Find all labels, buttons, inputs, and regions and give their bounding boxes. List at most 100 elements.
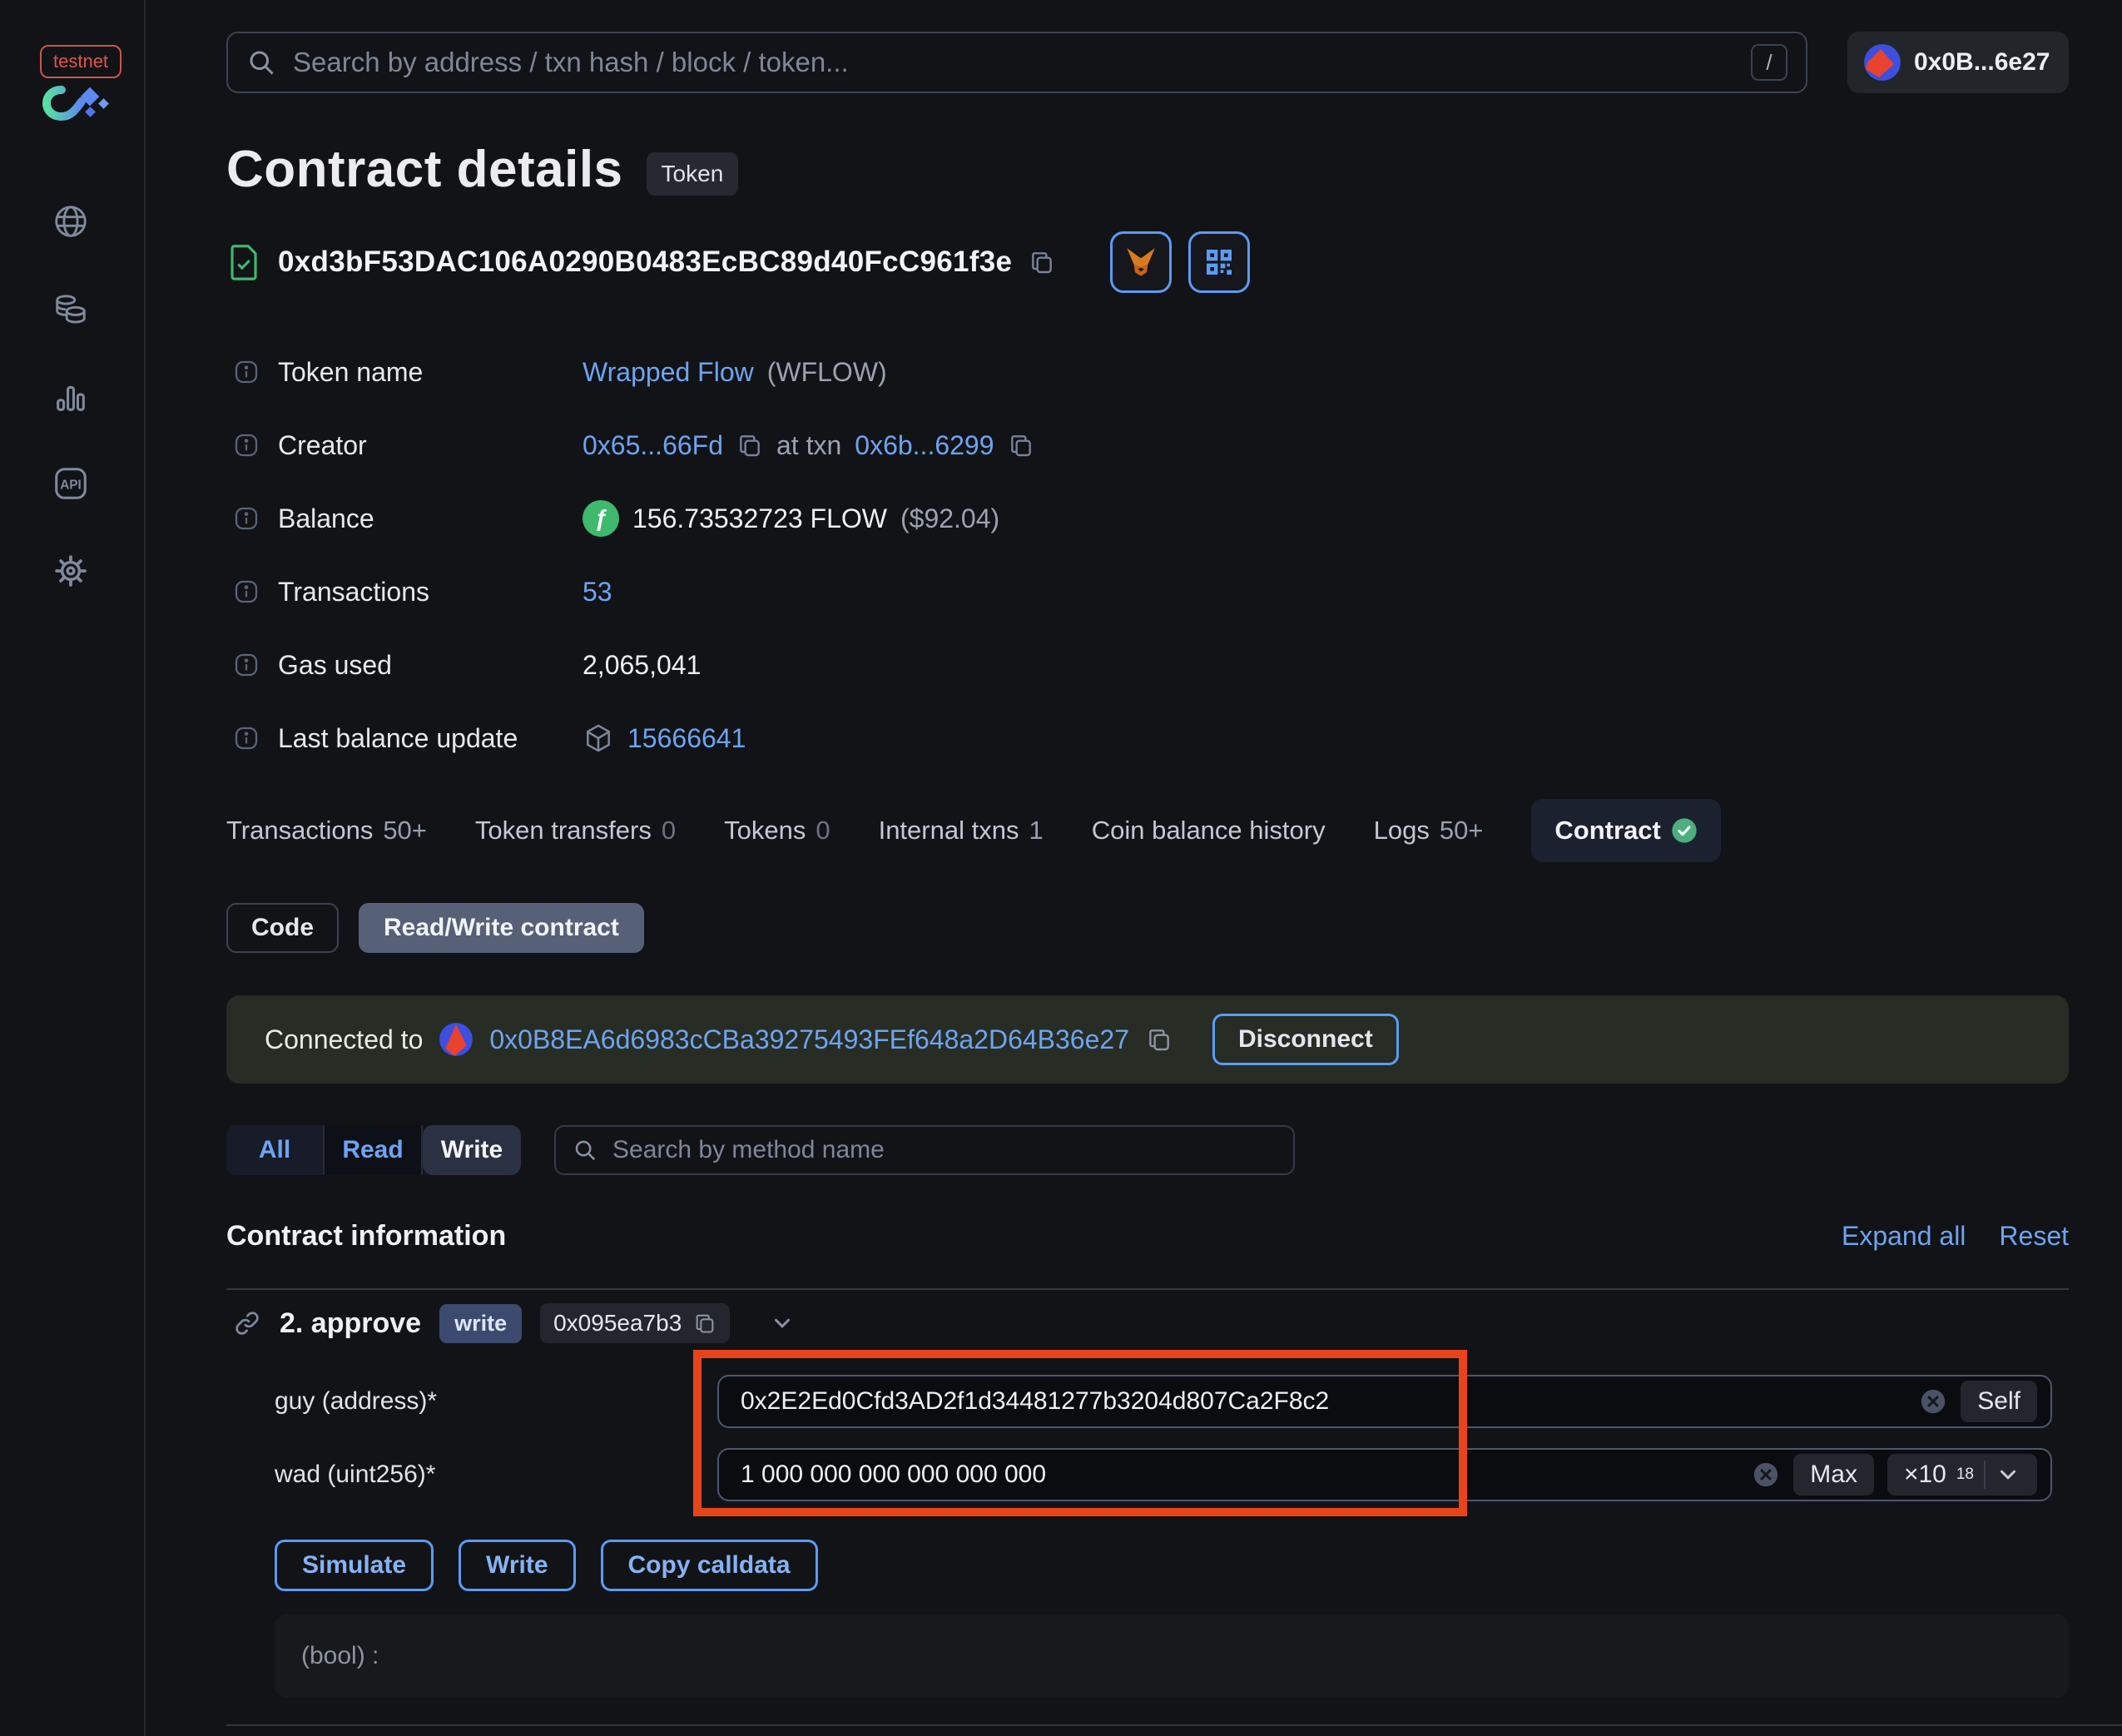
info-icon[interactable]	[233, 505, 260, 532]
tab-token-transfers[interactable]: Token transfers 0	[475, 816, 676, 846]
search-icon	[573, 1138, 597, 1163]
creation-txn-link[interactable]: 0x6b...6299	[855, 430, 994, 461]
wad-input-wrap: Max ×1018	[717, 1448, 2052, 1501]
method-output-panel: (bool) :	[275, 1614, 2069, 1698]
tab-transactions[interactable]: Transactions 50+	[226, 816, 427, 846]
copy-creator-icon[interactable]	[736, 432, 763, 459]
filter-read[interactable]: Read	[325, 1125, 423, 1175]
wallet-address: 0x0B...6e27	[1914, 48, 2050, 76]
search-input[interactable]	[291, 46, 1736, 79]
sidebar-item-blockchain[interactable]	[52, 202, 90, 241]
sidebar-item-charts[interactable]	[52, 377, 90, 415]
filter-all[interactable]: All	[226, 1125, 325, 1175]
info-icon[interactable]	[233, 432, 260, 459]
wad-field-label: wad (uint256)*	[275, 1461, 436, 1488]
tab-logs[interactable]: Logs 50+	[1374, 816, 1484, 846]
metamask-icon	[1123, 245, 1158, 280]
info-icon[interactable]	[233, 359, 260, 385]
info-row-balance: Balance ƒ 156.73532723 FLOW ($92.04)	[233, 498, 999, 539]
guy-field-label: guy (address)*	[275, 1387, 438, 1415]
multiplier-chevron-icon	[1996, 1462, 2020, 1487]
guy-address-input[interactable]	[739, 1386, 1906, 1416]
method-selector-badge: 0x095ea7b3	[540, 1303, 731, 1343]
connected-banner: Connected to 0x0B8EA6d6983cCBa39275493FE…	[226, 995, 2069, 1084]
app-logo[interactable]	[40, 80, 115, 126]
page-title: Contract details	[226, 141, 623, 198]
flow-token-icon: ƒ	[583, 500, 619, 537]
contract-information-title: Contract information	[226, 1220, 507, 1252]
method-search-input[interactable]	[611, 1135, 1277, 1165]
max-button[interactable]: Max	[1793, 1454, 1874, 1495]
info-icon[interactable]	[233, 652, 260, 678]
info-icon[interactable]	[233, 725, 260, 751]
tab-tokens[interactable]: Tokens 0	[724, 816, 830, 846]
copy-address-icon[interactable]	[1029, 249, 1055, 275]
token-name-link[interactable]: Wrapped Flow	[583, 357, 754, 388]
token-symbol: (WFLOW)	[766, 356, 887, 387]
connected-address-link[interactable]: 0x0B8EA6d6983cCBa39275493FEf648a2D64B36e…	[489, 1024, 1129, 1055]
method-search[interactable]	[554, 1125, 1295, 1175]
method-type-filter: All Read Write	[226, 1125, 521, 1175]
info-row-transactions: Transactions 53	[233, 571, 612, 613]
filter-write[interactable]: Write	[423, 1125, 521, 1175]
divider	[1984, 1461, 1986, 1489]
field-row-guy: guy (address)* Self	[146, 1375, 2122, 1428]
bar-chart-icon	[52, 377, 90, 415]
wallet-button[interactable]: 0x0B...6e27	[1847, 32, 2069, 93]
method-name[interactable]: 2. approve	[280, 1307, 421, 1340]
tab-contract[interactable]: Contract	[1531, 799, 1721, 862]
block-cube-icon	[583, 722, 614, 754]
copy-connected-address-icon[interactable]	[1146, 1026, 1173, 1053]
global-search[interactable]: /	[226, 32, 1807, 93]
divider	[226, 1724, 2122, 1726]
qr-code-button[interactable]	[1188, 231, 1251, 293]
clear-guy-icon[interactable]	[1919, 1387, 1947, 1416]
balance-usd: ($92.04)	[900, 503, 1000, 533]
globe-icon	[52, 202, 90, 241]
last-block-link[interactable]: 15666641	[627, 723, 746, 754]
divider	[226, 1288, 2069, 1290]
sidebar-item-tokens[interactable]	[52, 290, 90, 328]
contract-subtabs: Code Read/Write contract	[226, 903, 644, 953]
write-button[interactable]: Write	[459, 1540, 576, 1591]
at-txn-label: at txn	[776, 429, 842, 460]
main-content: / 0x0B...6e27 Contract details Token	[146, 0, 2122, 1736]
guy-input-wrap: Self	[717, 1375, 2052, 1428]
token-type-badge: Token	[646, 151, 739, 196]
search-icon	[246, 47, 276, 77]
clear-wad-icon[interactable]	[1752, 1461, 1780, 1489]
coins-icon	[52, 290, 90, 328]
transactions-count-link[interactable]: 53	[583, 577, 612, 608]
read-write-contract-tab-button[interactable]: Read/Write contract	[359, 903, 644, 953]
disconnect-button[interactable]: Disconnect	[1212, 1014, 1399, 1065]
multiplier-dropdown[interactable]: ×10 18	[1886, 1454, 2037, 1495]
write-badge: write	[439, 1303, 523, 1343]
copy-calldata-button[interactable]: Copy calldata	[600, 1540, 818, 1591]
testnet-badge: testnet	[40, 45, 122, 78]
reset-link[interactable]: Reset	[1999, 1221, 2069, 1252]
connected-to-label: Connected to	[265, 1024, 424, 1054]
output-type-label: (bool) :	[301, 1642, 379, 1669]
sidebar-item-settings[interactable]	[52, 552, 90, 590]
simulate-button[interactable]: Simulate	[275, 1540, 434, 1591]
collapse-method-chevron-icon[interactable]	[770, 1311, 795, 1336]
wad-uint256-input[interactable]	[739, 1460, 1739, 1490]
tab-bar: Transactions 50+ Token transfers 0 Tokens 0…	[226, 792, 1721, 869]
contract-address: 0xd3bF53DAC106A0290B0483EcBC89d40FcC961f…	[278, 246, 1013, 278]
info-row-creator: Creator 0x65...66Fd at txn 0x6b...6299	[233, 424, 1034, 466]
verified-check-icon	[1671, 817, 1698, 844]
copy-txn-icon[interactable]	[1008, 432, 1034, 459]
anchor-link-icon[interactable]	[233, 1309, 261, 1337]
info-icon[interactable]	[233, 578, 260, 605]
self-button[interactable]: Self	[1961, 1381, 2037, 1422]
keyboard-shortcut-hint: /	[1751, 44, 1787, 81]
creator-address-link[interactable]: 0x65...66Fd	[583, 430, 723, 461]
info-row-gas-used: Gas used 2,065,041	[233, 644, 701, 686]
add-to-metamask-button[interactable]	[1110, 231, 1173, 293]
copy-selector-icon[interactable]	[693, 1312, 716, 1335]
tab-coin-balance-history[interactable]: Coin balance history	[1092, 816, 1326, 846]
expand-all-link[interactable]: Expand all	[1842, 1221, 1966, 1252]
sidebar-item-api[interactable]: API	[52, 464, 90, 503]
tab-internal-txns[interactable]: Internal txns 1	[879, 816, 1044, 846]
code-tab-button[interactable]: Code	[226, 903, 339, 953]
